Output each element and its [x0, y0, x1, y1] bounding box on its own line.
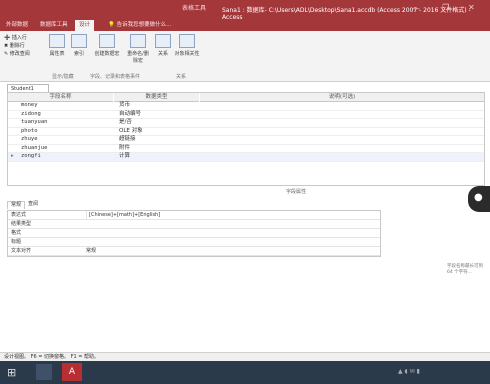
field-rows: money 货币 zidong 自动编号 tuanyuan 是/否 photo OLE …: [8, 102, 484, 162]
property-value[interactable]: 常规: [86, 247, 96, 255]
tab-general[interactable]: 常规: [7, 201, 26, 209]
property-sheet-label: 属性表: [49, 51, 65, 57]
properties-tabs: 常规 查阅: [7, 201, 41, 209]
modify-lookup-label: 修改查阅: [9, 51, 30, 57]
property-row[interactable]: 文本对齐 常规: [8, 247, 380, 256]
property-help-text: 字段名称最长可到 64 个字符...: [447, 264, 483, 275]
title-bar: 表格工具 Sana1 : 数据库- C:\Users\ADL\Desktop\S…: [0, 0, 490, 21]
data-type-cell[interactable]: 自动编号: [119, 111, 189, 119]
ribbon-tab-row: 外部数据 数据库工具 设计 💡 告诉我您想要做什么...: [0, 20, 490, 31]
field-properties-header: 字段属性: [286, 189, 307, 195]
property-sheet-button[interactable]: 属性表: [46, 34, 68, 57]
property-row[interactable]: 结果类型: [8, 220, 380, 229]
tray-icons: ▲ ◖ ✉ ▮: [398, 368, 420, 375]
group-label-relationships: 关系: [176, 74, 187, 80]
field-name-cell[interactable]: zhuye: [21, 136, 126, 144]
property-label: 标题: [11, 239, 22, 245]
restore-icon[interactable]: ❐: [442, 3, 449, 12]
create-data-macro-label: 创建数据宏: [94, 51, 120, 57]
group-label-events: 字段、记录和表格事件: [90, 74, 141, 80]
close-icon[interactable]: ✕: [468, 3, 475, 12]
property-label: 文本对齐: [11, 248, 32, 254]
delete-row-button[interactable]: ✖ 删除行: [4, 42, 30, 50]
property-label: 格式: [11, 230, 22, 236]
explorer-icon[interactable]: [36, 364, 52, 380]
property-row[interactable]: 表达式 [Chinese]+[math]+[English]: [8, 211, 380, 220]
window-title: Sana1 : 数据库- C:\Users\ADL\Desktop\Sana1.…: [222, 7, 471, 21]
create-data-macro-button[interactable]: 创建数据宏: [94, 34, 120, 57]
indexes-button[interactable]: 索引: [70, 34, 88, 57]
table-row[interactable]: zhuye 超链接: [8, 136, 484, 145]
tell-me-box[interactable]: 💡 告诉我您想要做什么...: [104, 20, 175, 31]
indexes-label: 索引: [73, 51, 84, 57]
tab-lookup[interactable]: 查阅: [25, 201, 41, 208]
ribbon: ➕ 插入行 ✖ 删除行 ✎ 修改查阅 属性表 索引 创建数据宏 重命名/删除宏 …: [0, 31, 490, 82]
relationships-button[interactable]: 关系: [154, 34, 172, 57]
rename-delete-macro-button[interactable]: 重命名/删除宏: [126, 34, 150, 64]
tab-design[interactable]: 设计: [75, 20, 95, 31]
properties-list: 表达式 [Chinese]+[math]+[English] 结果类型 格式 标题…: [7, 210, 381, 257]
context-tab-label: 表格工具: [182, 5, 207, 12]
data-type-cell[interactable]: 超链接: [119, 136, 189, 144]
column-header-field-name: 字段名称: [8, 93, 113, 102]
table-row[interactable]: zhuanjue 附件: [8, 145, 484, 153]
object-dependencies-icon: [179, 34, 195, 48]
data-type-cell[interactable]: 附件: [119, 145, 189, 153]
row-selector-icon: ▸: [11, 153, 14, 159]
status-text: 设计视图。 F6 = 切换窗格。 F1 = 帮助。: [4, 354, 100, 360]
property-label: 表达式: [11, 212, 27, 218]
access-app-icon[interactable]: A: [62, 363, 82, 381]
field-name-cell[interactable]: zhuanjue: [21, 145, 126, 153]
rename-delete-macro-label: 重命名/删除宏: [127, 51, 149, 64]
property-sheet-icon: [49, 34, 65, 48]
insert-row-button[interactable]: ➕ 插入行: [4, 34, 30, 42]
create-data-macro-icon: [99, 34, 115, 48]
table-row[interactable]: photo OLE 对象: [8, 128, 484, 136]
taskbar: ⊞ A ▲ ◖ ✉ ▮: [0, 361, 490, 384]
field-name-cell[interactable]: zidong: [21, 111, 126, 119]
indexes-icon: [71, 34, 87, 48]
table-row[interactable]: zidong 自动编号: [8, 111, 484, 119]
object-dependencies-label: 对象相关性: [174, 51, 200, 57]
data-type-cell[interactable]: 计算: [119, 153, 189, 161]
table-row[interactable]: money 货币: [8, 102, 484, 111]
table-row[interactable]: tuanyuan 是/否: [8, 119, 484, 128]
tab-external-data[interactable]: 外部数据: [2, 20, 32, 31]
floating-widget[interactable]: ●: [468, 186, 490, 212]
delete-row-label: 删除行: [9, 43, 25, 49]
minimize-icon[interactable]: —: [412, 4, 420, 13]
tell-me-label: 告诉我您想要做什么...: [116, 22, 172, 28]
field-design-grid: 字段名称 数据类型 说明(可选) money 货币 zidong 自动编号 tuan…: [7, 92, 485, 186]
field-properties-pane: 常规 查阅 表达式 [Chinese]+[math]+[English] 结果类型…: [7, 201, 483, 351]
field-name-cell[interactable]: zongfi: [21, 153, 126, 161]
object-dependencies-button[interactable]: 对象相关性: [174, 34, 200, 57]
relationships-icon: [155, 34, 171, 48]
group-label-show-hide: 显示/隐藏: [52, 74, 74, 80]
insert-row-label: 插入行: [11, 35, 27, 41]
property-value[interactable]: [Chinese]+[math]+[English]: [86, 211, 160, 219]
field-name-cell[interactable]: photo: [21, 128, 126, 136]
modify-lookup-button[interactable]: ✎ 修改查阅: [4, 50, 30, 58]
column-header-description: 说明(可选): [200, 93, 484, 102]
table-row-selected[interactable]: ▸ zongfi 计算: [8, 153, 484, 162]
row-commands: ➕ 插入行 ✖ 删除行 ✎ 修改查阅: [4, 34, 30, 58]
widget-icon: ●: [474, 192, 483, 203]
field-name-cell[interactable]: tuanyuan: [21, 119, 126, 127]
property-label: 结果类型: [11, 221, 32, 227]
relationships-label: 关系: [157, 51, 168, 57]
property-row[interactable]: 格式: [8, 229, 380, 238]
data-type-cell[interactable]: OLE 对象: [119, 128, 189, 136]
data-type-cell[interactable]: 是/否: [119, 119, 189, 127]
data-type-cell[interactable]: 货币: [119, 102, 189, 110]
tab-database-tools[interactable]: 数据库工具: [36, 20, 72, 31]
column-header-data-type: 数据类型: [114, 93, 199, 102]
field-name-cell[interactable]: money: [21, 102, 126, 110]
property-row[interactable]: 标题: [8, 238, 380, 247]
start-icon[interactable]: ⊞: [7, 366, 16, 379]
rename-macro-icon: [130, 34, 146, 48]
